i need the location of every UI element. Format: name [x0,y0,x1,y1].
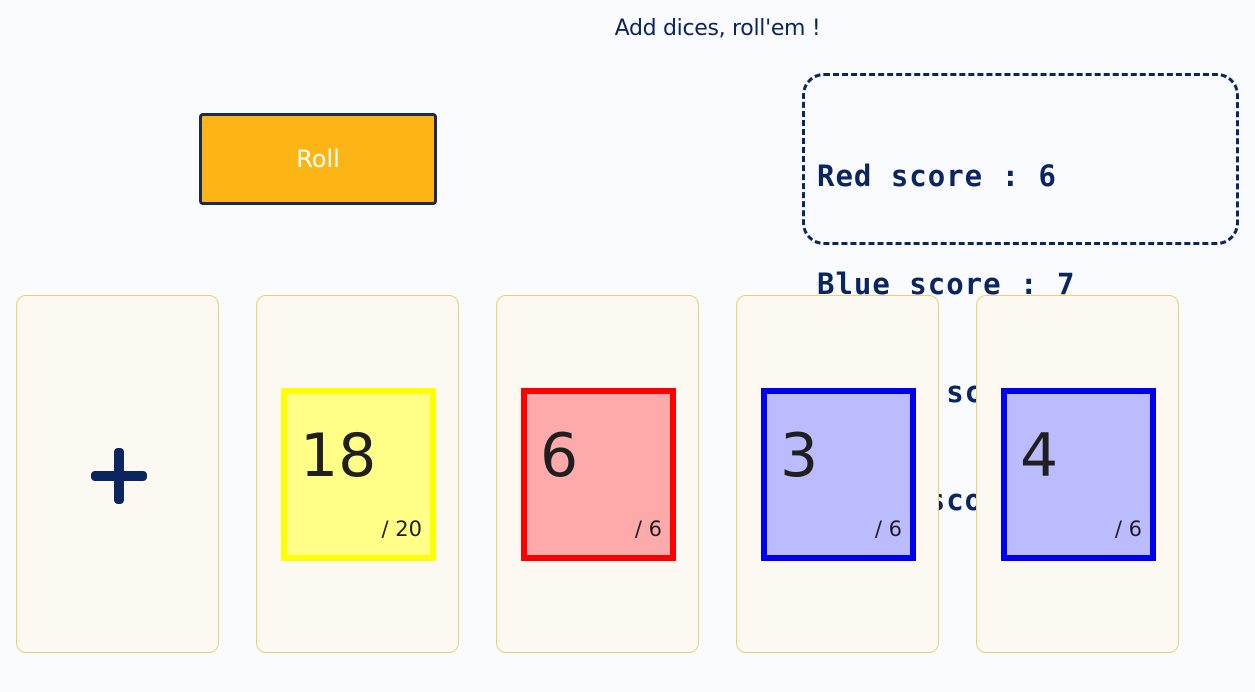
die-card: 18 / 20 [256,295,459,653]
die-blue[interactable]: 4 / 6 [1001,388,1156,561]
die-sides: / 6 [874,517,902,541]
roll-button-label: Roll [296,145,340,173]
red-score: Red score : 6 [817,159,1057,193]
die-yellow[interactable]: 18 / 20 [281,388,436,561]
tagline: Add dices, roll'em ! [614,16,821,41]
die-blue[interactable]: 3 / 6 [761,388,916,561]
die-sides: / 6 [634,517,662,541]
die-value: 4 [1020,421,1059,491]
die-value: 18 [300,421,377,491]
die-value: 3 [780,421,819,491]
die-value: 6 [540,421,579,491]
add-die-button[interactable] [16,295,219,653]
die-sides: / 6 [1114,517,1142,541]
score-panel: Red score : 6 Blue score : 7 Yellow scor… [802,73,1239,517]
die-card: 6 / 6 [496,295,699,653]
page-header: Add dices, roll'em ! [0,16,1255,41]
plus-icon [91,448,147,504]
die-red[interactable]: 6 / 6 [521,388,676,561]
die-card: 4 / 6 [976,295,1179,653]
page: Add dices, roll'em ! Roll Red score : 6 … [0,0,1255,692]
die-sides: / 20 [381,517,422,541]
roll-button[interactable]: Roll [199,113,437,205]
die-card: 3 / 6 [736,295,939,653]
